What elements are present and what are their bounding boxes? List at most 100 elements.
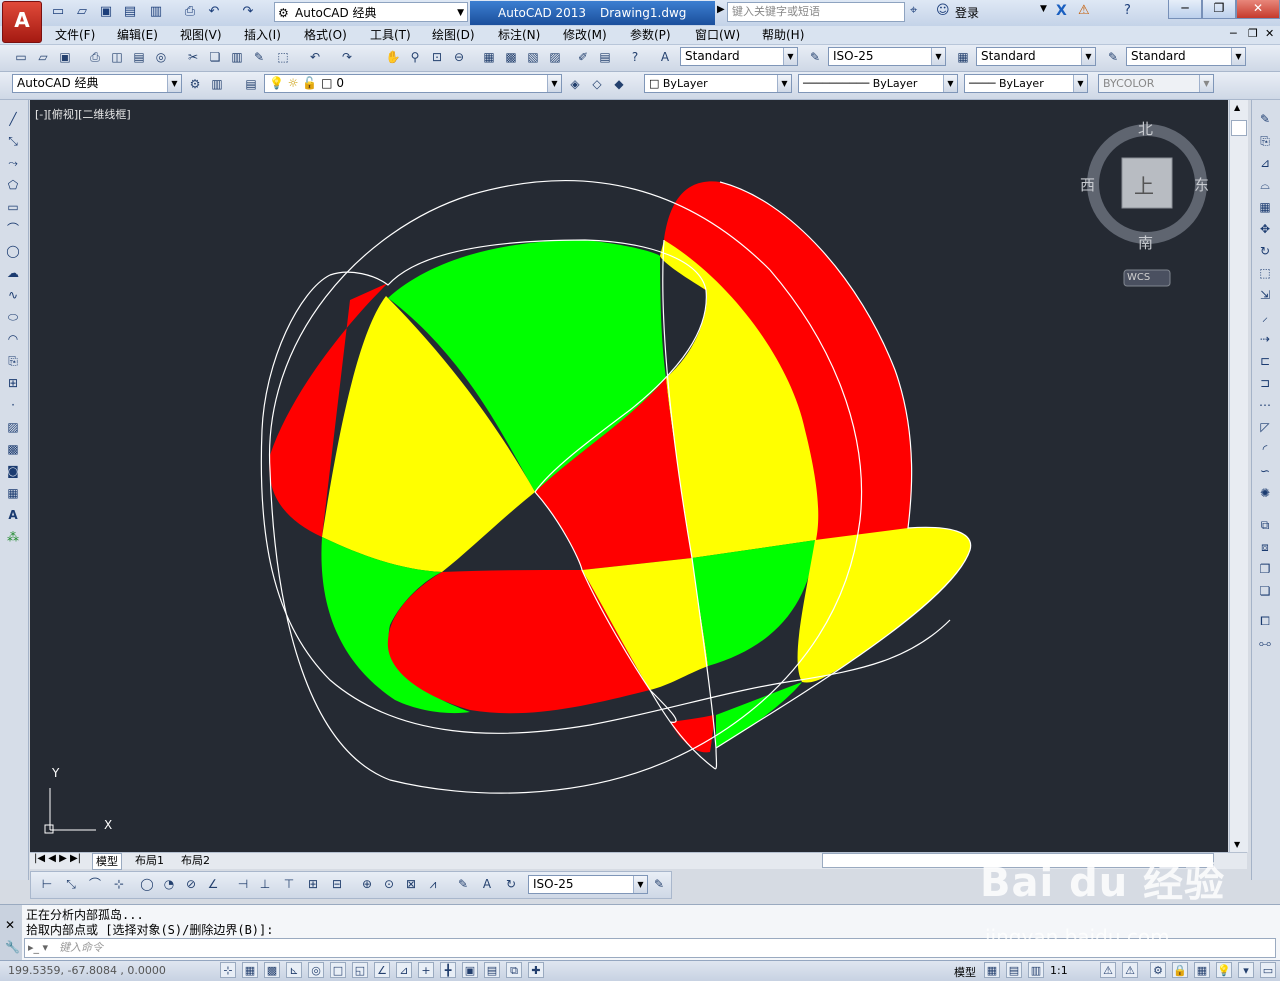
menu-tools[interactable]: 工具(T) (370, 27, 411, 43)
menu-edit[interactable]: 编辑(E) (117, 27, 158, 43)
new-icon[interactable]: ▭ (12, 48, 30, 66)
redo-icon[interactable]: ↷ (238, 3, 258, 21)
model-space-label[interactable]: 模型 (954, 964, 976, 980)
lineweight-icon[interactable]: ╋ (440, 962, 456, 978)
infer-constraints-icon[interactable]: ⊹ (220, 962, 236, 978)
zoom-realtime-icon[interactable]: ⚲ (406, 48, 424, 66)
aligned-dim-icon[interactable]: ⤡ (62, 875, 80, 893)
scroll-down-icon[interactable]: ▼ (1234, 840, 1240, 849)
scroll-thumb[interactable] (1231, 120, 1247, 136)
coordinates-readout[interactable]: 199.5359, -67.8084 , 0.0000 (8, 964, 166, 977)
undo-icon[interactable]: ↶ (306, 48, 324, 66)
quick-dim-icon[interactable]: ⊣ (234, 875, 252, 893)
ellipse-icon[interactable]: ⬭ (3, 308, 23, 326)
zoom-window-icon[interactable]: ⊡ (428, 48, 446, 66)
workspace-switch-icon[interactable]: ⚙ (1150, 962, 1166, 978)
open-file-icon[interactable]: ▱ (72, 3, 92, 21)
add-selected-icon[interactable]: ⁂ (3, 528, 23, 546)
paste-icon[interactable]: ▥ (228, 48, 246, 66)
zoom-previous-icon[interactable]: ⊖ (450, 48, 468, 66)
table-style-icon[interactable]: ▦ (954, 48, 972, 66)
menu-view[interactable]: 视图(V) (180, 27, 222, 43)
dim-style-icon[interactable]: ✎ (806, 48, 824, 66)
copy-object-icon[interactable]: ⎘ (1255, 132, 1275, 150)
doc-close-icon[interactable]: ✕ (1265, 27, 1274, 40)
ordinate-dim-icon[interactable]: ⊹ (110, 875, 128, 893)
ellipse-arc-icon[interactable]: ◠ (3, 330, 23, 348)
quick-properties-icon[interactable]: ▤ (484, 962, 500, 978)
draw-order-front-icon[interactable]: ⧉ (1255, 516, 1275, 534)
arc-icon[interactable]: ⌒ (3, 220, 23, 238)
search-input[interactable]: 键入关键字或短语 (727, 2, 905, 22)
tab-model[interactable]: 模型 (92, 853, 122, 870)
workspace-select[interactable]: AutoCAD 经典 ⚙ ▼ (274, 2, 468, 22)
polyline-icon[interactable]: ⤳ (3, 154, 23, 172)
radius-dim-icon[interactable]: ◯ (138, 875, 156, 893)
vertical-scrollbar[interactable] (1229, 100, 1248, 852)
tab-layout1[interactable]: 布局1 (132, 853, 167, 868)
text-style-icon[interactable]: A (656, 48, 674, 66)
menu-format[interactable]: 格式(O) (304, 27, 347, 43)
grid-display-icon[interactable]: ▩ (264, 962, 280, 978)
redo-icon[interactable]: ↷ (338, 48, 356, 66)
angular-dim-icon[interactable]: ∠ (204, 875, 222, 893)
compass-west[interactable]: 西 (1080, 174, 1095, 195)
tool-palettes-icon[interactable]: ▧ (524, 48, 542, 66)
stretch-icon[interactable]: ⇲ (1255, 286, 1275, 304)
center-mark-icon[interactable]: ⊙ (380, 875, 398, 893)
auto-scale-icon[interactable]: ⚠ (1122, 962, 1138, 978)
region-icon[interactable]: ◙ (3, 462, 23, 480)
wrench-icon[interactable]: 🔧 (5, 940, 20, 954)
break-icon[interactable]: ⊐ (1255, 374, 1275, 392)
inspect-icon[interactable]: ⊠ (402, 875, 420, 893)
user-icon[interactable]: ☺ (936, 3, 950, 18)
explode-icon[interactable]: ✺ (1255, 484, 1275, 502)
viewcube-top-label[interactable]: 上 (1134, 170, 1154, 199)
close-button[interactable]: ✕ (1236, 0, 1280, 19)
offset-icon[interactable]: ⌓ (1255, 176, 1275, 194)
help-icon[interactable]: ? (626, 48, 644, 66)
menu-window[interactable]: 窗口(W) (695, 27, 740, 43)
gradient-icon[interactable]: ▩ (3, 440, 23, 458)
linetype-select[interactable]: ────────── ByLayer ▼ (798, 74, 958, 93)
tab-layout2[interactable]: 布局2 (178, 853, 213, 868)
hatch-icon[interactable]: ▨ (3, 418, 23, 436)
chevron-down-icon[interactable]: ▼ (1040, 4, 1047, 14)
join-icon[interactable]: ⋯ (1255, 396, 1275, 414)
arc-length-icon[interactable]: ⌒ (86, 875, 104, 893)
print-icon[interactable]: ⎙ (180, 3, 200, 21)
doc-minimize-icon[interactable]: ─ (1230, 27, 1237, 40)
close-icon[interactable]: ✕ (5, 918, 15, 932)
point-icon[interactable]: · (3, 396, 23, 414)
tolerance-icon[interactable]: ⊕ (358, 875, 376, 893)
chevron-right-icon[interactable]: ▶ (717, 4, 725, 15)
table-style-select[interactable]: Standard ▼ (976, 47, 1096, 66)
object-snap-icon[interactable]: □ (330, 962, 346, 978)
status-menu-icon[interactable]: ▾ (1238, 962, 1254, 978)
help-icon[interactable]: ? (1124, 3, 1131, 18)
dim-style-select[interactable]: ISO-25 ▼ (828, 47, 946, 66)
match-properties-icon[interactable]: ✎ (250, 48, 268, 66)
quick-view-layout-icon[interactable]: ▤ (1006, 962, 1022, 978)
trim-icon[interactable]: ⸝ (1255, 308, 1275, 326)
erase-icon[interactable]: ✎ (1255, 110, 1275, 128)
layout-icon[interactable]: ▦ (984, 962, 1000, 978)
design-center-icon[interactable]: ▩ (502, 48, 520, 66)
text-front-icon[interactable]: ⧠ (1255, 612, 1275, 630)
compass-north[interactable]: 北 (1138, 118, 1153, 139)
menu-insert[interactable]: 插入(I) (244, 27, 281, 43)
workspace-combo[interactable]: AutoCAD 经典 ▼ (12, 74, 182, 93)
snap-mode-icon[interactable]: ▦ (242, 962, 258, 978)
tab-nav-icons[interactable]: |◀ ◀ ▶ ▶| (34, 853, 81, 864)
make-block-icon[interactable]: ⊞ (3, 374, 23, 392)
workspace-settings-icon[interactable]: ▥ (208, 75, 226, 93)
dim-edit-icon[interactable]: ✎ (454, 875, 472, 893)
menu-draw[interactable]: 绘图(D) (432, 27, 475, 43)
exchange-icon[interactable]: X (1056, 3, 1067, 19)
extend-icon[interactable]: ⇢ (1255, 330, 1275, 348)
construction-line-icon[interactable]: ⤡ (3, 132, 23, 150)
compass-south[interactable]: 南 (1138, 232, 1153, 253)
layer-properties-icon[interactable]: ▤ (242, 75, 260, 93)
save-icon[interactable]: ▣ (56, 48, 74, 66)
sheet-set-icon[interactable]: ▨ (546, 48, 564, 66)
